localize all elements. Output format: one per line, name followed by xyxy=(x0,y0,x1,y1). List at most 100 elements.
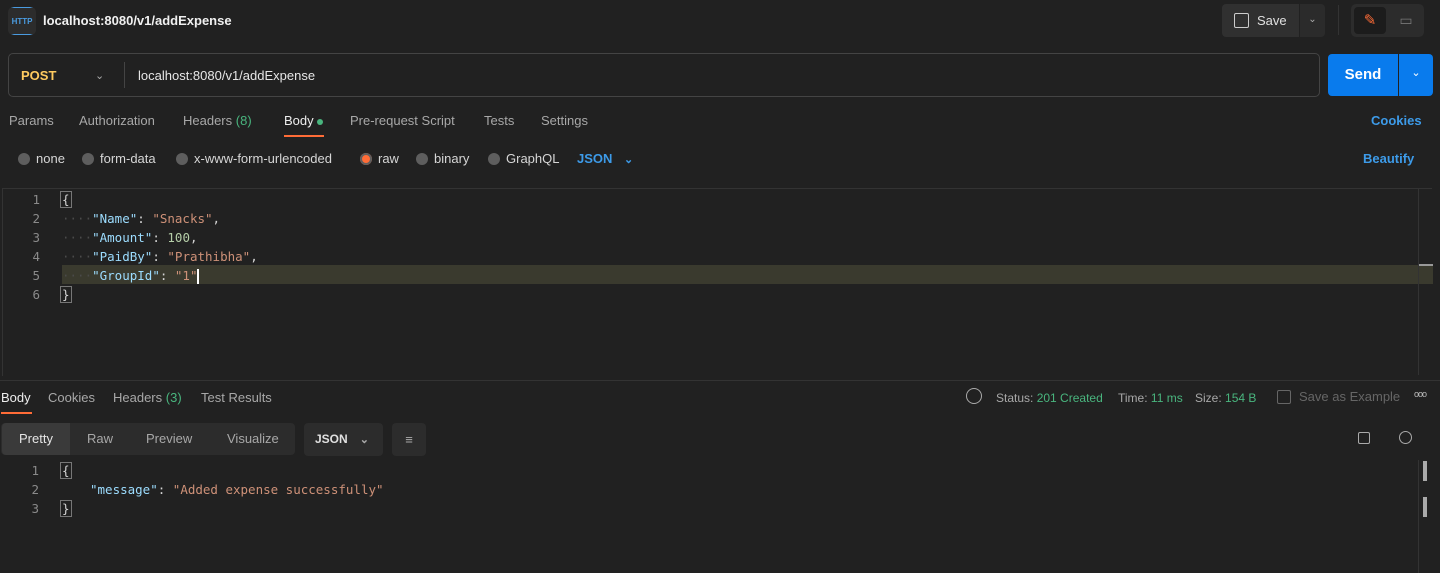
save-button[interactable]: Save xyxy=(1222,4,1299,37)
time-value: 11 ms xyxy=(1150,391,1183,405)
radio-icon xyxy=(488,152,500,165)
request-title: localhost:8080/v1/addExpense xyxy=(43,13,232,28)
save-label: Save xyxy=(1257,13,1287,28)
view-visualize[interactable]: Visualize xyxy=(227,431,279,446)
editor-scrollbar[interactable] xyxy=(1418,189,1419,375)
chevron-down-icon: ⌄ xyxy=(624,154,634,166)
modified-dot-icon xyxy=(317,118,324,125)
line-number: 1 xyxy=(32,192,40,207)
tab-headers[interactable]: Headers (8) xyxy=(183,113,252,128)
code-line: ····"Amount": 100, xyxy=(62,230,198,245)
radio-urlencoded[interactable]: x-www-form-urlencoded xyxy=(176,151,332,166)
radio-label: binary xyxy=(434,151,470,166)
globe-icon[interactable] xyxy=(966,388,982,404)
line-number: 3 xyxy=(32,230,40,245)
radio-icon xyxy=(82,152,94,165)
size-value: 154 B xyxy=(1225,391,1257,405)
code-line: ····"GroupId": "1" xyxy=(62,268,200,284)
chevron-down-icon: ⌄ xyxy=(359,434,369,446)
active-tab-indicator xyxy=(284,135,324,137)
tab-body-label: Body xyxy=(284,113,314,128)
url-input[interactable]: localhost:8080/v1/addExpense xyxy=(138,68,315,83)
copy-icon[interactable] xyxy=(1358,432,1370,444)
line-number: 1 xyxy=(31,463,39,478)
divider xyxy=(0,380,1440,381)
scroll-thumb[interactable] xyxy=(1423,497,1427,517)
view-preview[interactable]: Preview xyxy=(146,431,192,446)
method-select[interactable]: POST ⌄ xyxy=(9,54,123,96)
radio-none[interactable]: none xyxy=(18,151,65,166)
save-example-label: Save as Example xyxy=(1299,389,1401,404)
code-brace: { xyxy=(60,462,72,479)
cookies-link[interactable]: Cookies xyxy=(1371,113,1422,128)
tab-label: Headers xyxy=(113,390,163,405)
radio-icon xyxy=(176,152,188,165)
radio-label: x-www-form-urlencoded xyxy=(194,151,332,166)
radio-label: GraphQL xyxy=(506,151,560,166)
code-brace: } xyxy=(60,500,72,517)
status-info: Status: 201 Created xyxy=(996,391,1103,405)
headers-count: (8) xyxy=(235,113,252,128)
tab-params[interactable]: Params xyxy=(9,113,54,128)
radio-icon xyxy=(18,152,30,165)
radio-label: none xyxy=(36,151,65,166)
beautify-link[interactable]: Beautify xyxy=(1363,151,1414,166)
response-scrollbar[interactable] xyxy=(1418,460,1419,573)
response-tab-cookies[interactable]: Cookies xyxy=(48,390,95,405)
divider xyxy=(1338,5,1339,35)
tab-authorization[interactable]: Authorization xyxy=(79,113,155,128)
time-info: Time: 11 ms xyxy=(1118,391,1183,405)
radio-binary[interactable]: binary xyxy=(416,151,469,166)
radio-label: raw xyxy=(378,151,399,166)
radio-raw[interactable]: raw xyxy=(360,151,399,166)
save-dropdown-button[interactable]: ⌄ xyxy=(1300,4,1325,37)
radio-label: form-data xyxy=(100,151,156,166)
status-value: 201 Created xyxy=(1036,391,1103,405)
radio-form-data[interactable]: form-data xyxy=(82,151,156,166)
response-tab-headers[interactable]: Headers (3) xyxy=(113,390,182,405)
line-number: 2 xyxy=(32,211,40,226)
send-dropdown-button[interactable]: ⌄ xyxy=(1399,54,1433,96)
radio-icon xyxy=(416,152,428,165)
scroll-marker xyxy=(1419,264,1433,266)
search-icon[interactable] xyxy=(1399,431,1412,444)
code-brace: } xyxy=(60,286,72,303)
radio-graphql[interactable]: GraphQL xyxy=(488,151,559,166)
view-raw[interactable]: Raw xyxy=(87,431,113,446)
active-tab-indicator xyxy=(1,412,32,414)
http-icon: HTTP xyxy=(8,7,36,35)
wrap-lines-icon[interactable]: ≡ xyxy=(392,423,426,456)
save-icon xyxy=(1277,389,1291,404)
headers-count: (3) xyxy=(165,390,182,405)
code-line: ····"PaidBy": "Prathibha", xyxy=(62,249,258,264)
code-brace: { xyxy=(60,191,72,208)
line-number: 4 xyxy=(32,249,40,264)
line-number: 2 xyxy=(31,482,39,497)
tab-tests[interactable]: Tests xyxy=(484,113,514,128)
line-number: 3 xyxy=(31,501,39,516)
text-cursor xyxy=(197,269,200,284)
send-button[interactable]: Send xyxy=(1328,54,1398,96)
tab-pre-request-script[interactable]: Pre-request Script xyxy=(350,113,455,128)
save-as-example-button[interactable]: Save as Example xyxy=(1277,389,1400,404)
tab-headers-label: Headers xyxy=(183,113,233,128)
response-tab-body[interactable]: Body xyxy=(1,390,31,405)
format-label: JSON xyxy=(315,432,348,446)
view-pretty[interactable]: Pretty xyxy=(2,423,70,455)
current-line-highlight xyxy=(62,265,1433,284)
tab-body[interactable]: Body xyxy=(284,113,324,128)
save-icon xyxy=(1234,13,1249,28)
scroll-thumb[interactable] xyxy=(1423,461,1427,481)
more-options-icon[interactable]: ooo xyxy=(1414,389,1427,399)
edit-pencil-icon[interactable]: ✎ xyxy=(1354,7,1386,34)
format-label: JSON xyxy=(577,151,613,166)
comment-icon[interactable]: ▭ xyxy=(1390,7,1422,34)
tab-settings[interactable]: Settings xyxy=(541,113,588,128)
response-tab-test-results[interactable]: Test Results xyxy=(201,390,272,405)
radio-selected-icon xyxy=(360,152,372,165)
code-line: ····"Name": "Snacks", xyxy=(62,211,221,226)
line-number: 5 xyxy=(32,268,40,283)
response-format-select[interactable]: JSON ⌄ xyxy=(304,423,383,456)
line-number: 6 xyxy=(32,287,40,302)
format-select[interactable]: JSON ⌄ xyxy=(577,151,633,166)
